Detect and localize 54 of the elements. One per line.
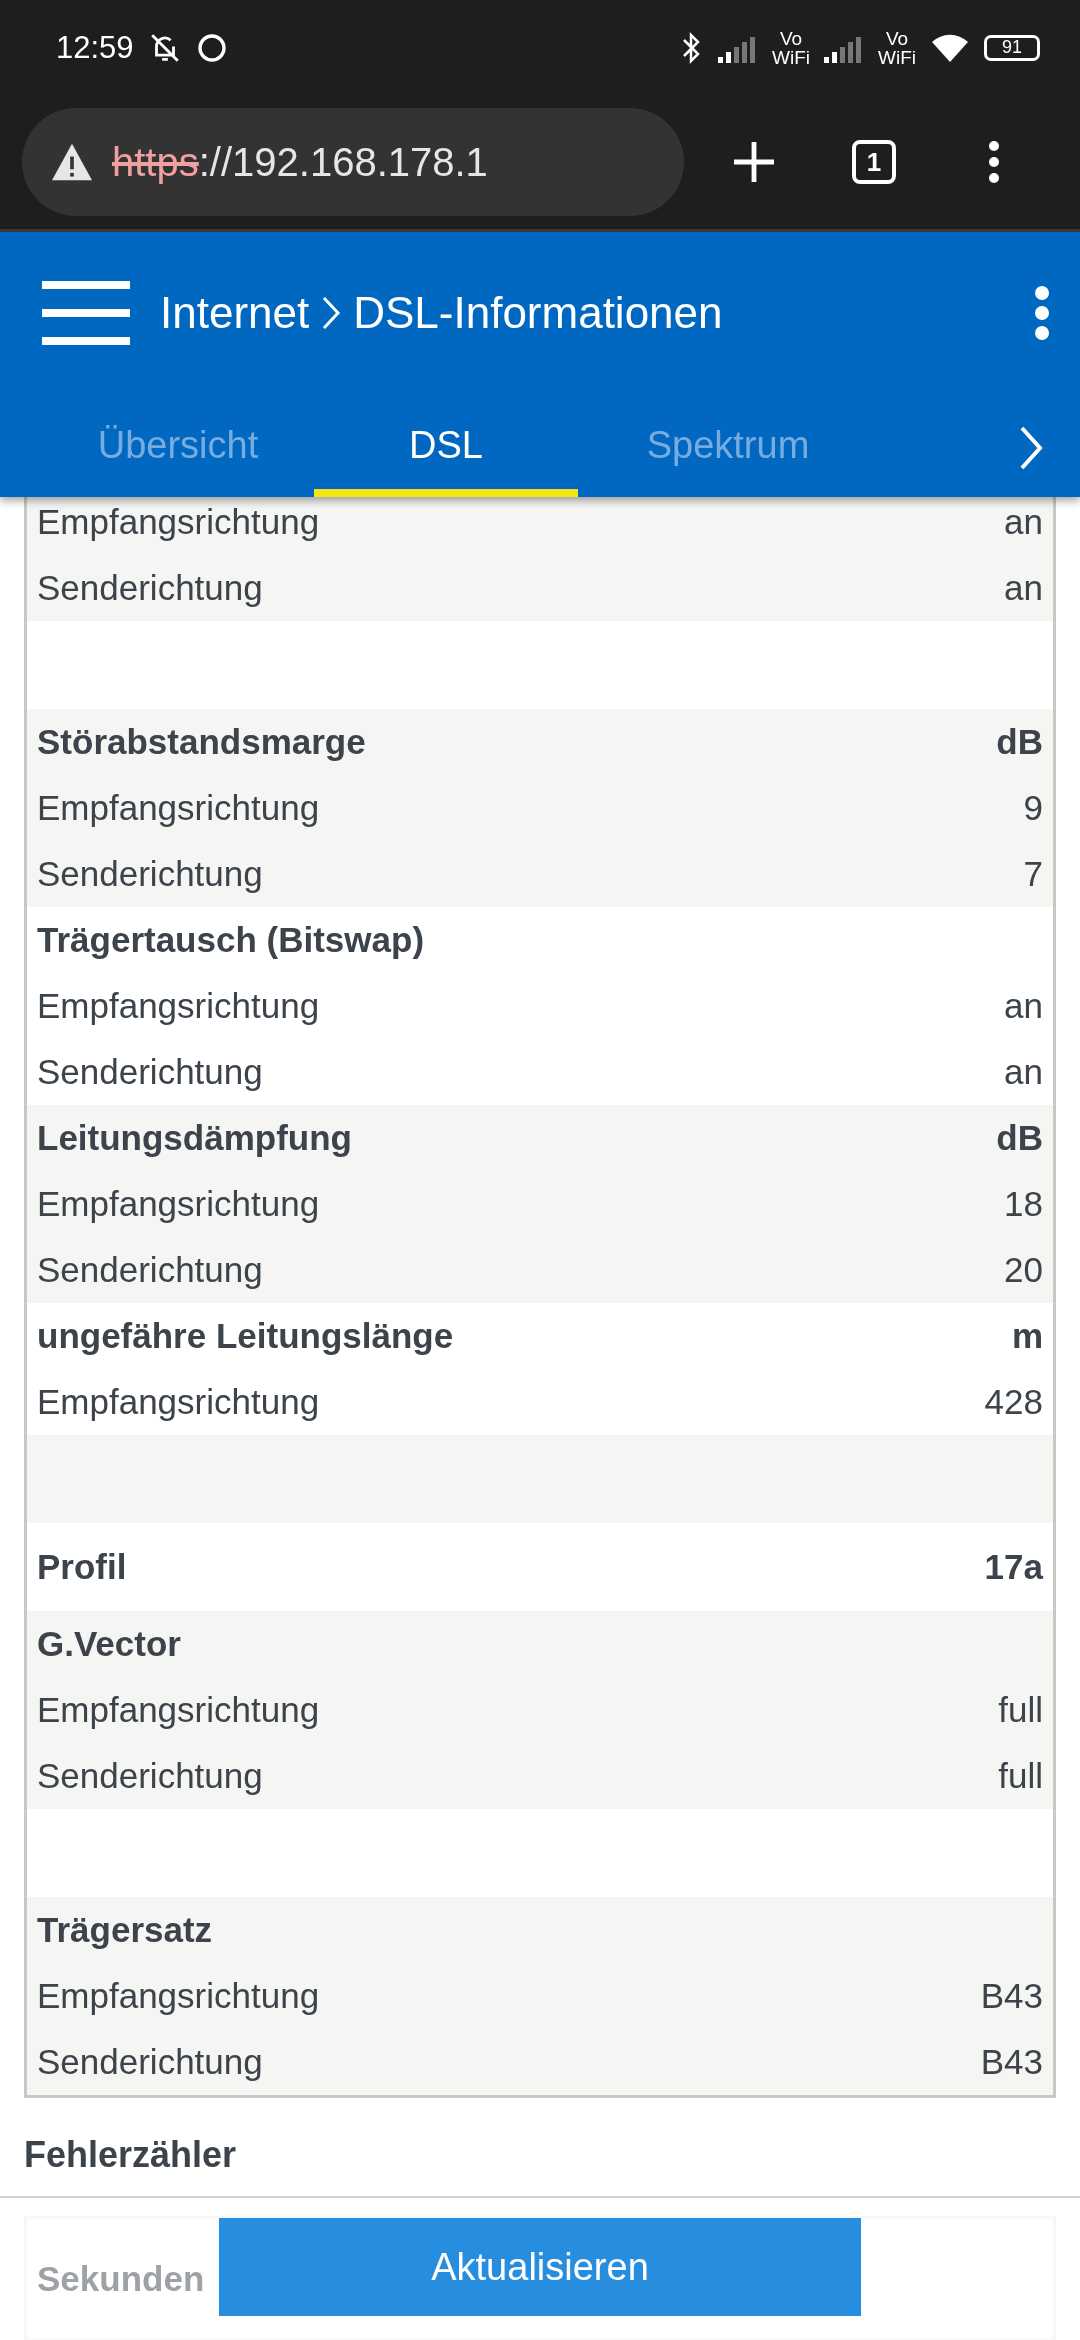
battery-indicator: 91	[984, 34, 1040, 61]
group-title: Profil	[37, 1547, 127, 1587]
row-value: 7	[1023, 854, 1043, 894]
row-label: Empfangsrichtung	[37, 986, 320, 1026]
group-unit: m	[1011, 1316, 1043, 1356]
row-label: Senderichtung	[37, 2042, 263, 2082]
row-label: Sekunden	[37, 2259, 205, 2299]
address-bar[interactable]: https://192.168.178.1	[22, 108, 684, 216]
row-label: Senderichtung	[37, 1052, 263, 1092]
row-label: Senderichtung	[37, 1250, 263, 1290]
row-value: an	[1004, 502, 1043, 542]
chevron-right-icon	[321, 295, 342, 331]
warning-icon	[50, 142, 94, 182]
row-value: 20	[1004, 1250, 1043, 1290]
refresh-button[interactable]: Aktualisieren	[219, 2218, 861, 2316]
row-value: an	[1004, 986, 1043, 1026]
row-label: Empfangsrichtung	[37, 1976, 320, 2016]
row-label: Empfangsrichtung	[37, 1382, 320, 1422]
group-unit: 17a	[984, 1547, 1043, 1587]
group-title: G.Vector	[37, 1624, 181, 1664]
breadcrumb-item: DSL-Informationen	[353, 288, 723, 338]
row-label: Empfangsrichtung	[37, 502, 320, 542]
circle-icon	[195, 31, 228, 64]
row-value: an	[1004, 1052, 1043, 1092]
more-icon[interactable]	[986, 140, 1002, 184]
section-heading: Fehlerzähler	[23, 2133, 238, 2177]
group-title: Trägertausch (Bitswap)	[37, 920, 425, 960]
group-title: ungefähre Leitungslänge	[37, 1316, 454, 1356]
menu-icon[interactable]	[42, 281, 130, 345]
vowifi-indicator: Vo WiFi	[878, 28, 916, 67]
vowifi-indicator: Vo WiFi	[772, 28, 810, 67]
row-value: B43	[980, 2042, 1043, 2082]
row-value: B43	[980, 1976, 1043, 2016]
group-title: Leitungsdämpfung	[37, 1118, 352, 1158]
status-time: 12:59	[56, 29, 134, 66]
row-value: 18	[1004, 1184, 1043, 1224]
row-value: 428	[984, 1382, 1043, 1422]
row-value: an	[1004, 568, 1043, 608]
url-text: https://192.168.178.1	[112, 139, 488, 185]
row-label: Empfangsrichtung	[37, 1184, 320, 1224]
group-title: Störabstandsmarge	[37, 722, 366, 762]
row-value: full	[998, 1690, 1043, 1730]
row-label: Empfangsrichtung	[37, 1690, 320, 1730]
row-value: 9	[1023, 788, 1043, 828]
breadcrumb-item[interactable]: Internet	[160, 288, 310, 338]
row-value: full	[998, 1756, 1043, 1796]
row-label: Senderichtung	[37, 1756, 263, 1796]
tab-switcher-button[interactable]: 1	[852, 140, 896, 184]
group-unit: dB	[996, 1118, 1043, 1158]
row-label: Empfangsrichtung	[37, 788, 320, 828]
group-title: Trägersatz	[37, 1910, 213, 1950]
row-label: Senderichtung	[37, 568, 263, 608]
row-label: Senderichtung	[37, 854, 263, 894]
group-unit: dB	[996, 722, 1043, 762]
